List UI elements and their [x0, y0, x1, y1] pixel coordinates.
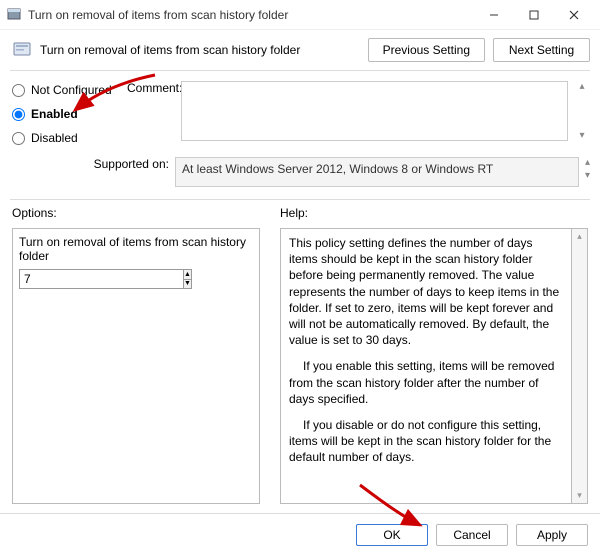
- comment-scrollbar[interactable]: ▴ ▾: [574, 81, 590, 141]
- radio-disabled[interactable]: Disabled: [12, 131, 117, 145]
- help-paragraph: If you disable or do not configure this …: [289, 417, 563, 466]
- supported-on-label: Supported on:: [12, 157, 169, 171]
- scroll-up-icon[interactable]: ▴: [585, 157, 590, 168]
- radio-enabled-input[interactable]: [12, 108, 25, 121]
- option-setting-label: Turn on removal of items from scan histo…: [19, 235, 253, 263]
- apply-button[interactable]: Apply: [516, 524, 588, 546]
- divider: [10, 70, 590, 71]
- radio-label: Not Configured: [31, 83, 112, 97]
- scroll-down-icon[interactable]: ▾: [585, 170, 590, 181]
- radio-enabled[interactable]: Enabled: [12, 107, 117, 121]
- help-paragraph: If you enable this setting, items will b…: [289, 358, 563, 407]
- close-button[interactable]: [554, 1, 594, 29]
- footer: OK Cancel Apply: [0, 513, 600, 555]
- previous-setting-button[interactable]: Previous Setting: [368, 38, 485, 62]
- spinner-down-button[interactable]: ▼: [184, 280, 191, 289]
- days-input[interactable]: [19, 269, 183, 289]
- divider: [10, 199, 590, 200]
- radio-not-configured[interactable]: Not Configured: [12, 83, 117, 97]
- titlebar: Turn on removal of items from scan histo…: [0, 0, 600, 30]
- scroll-down-icon[interactable]: ▾: [577, 490, 582, 501]
- spinner-up-button[interactable]: ▲: [184, 270, 191, 280]
- radio-label: Disabled: [31, 131, 78, 145]
- cancel-button[interactable]: Cancel: [436, 524, 508, 546]
- header-row: Turn on removal of items from scan histo…: [0, 30, 600, 70]
- options-pane-label: Options:: [12, 206, 260, 220]
- scroll-down-icon[interactable]: ▾: [579, 130, 584, 141]
- scroll-up-icon[interactable]: ▴: [577, 231, 582, 242]
- ok-button[interactable]: OK: [356, 524, 428, 546]
- window-title: Turn on removal of items from scan histo…: [28, 8, 474, 22]
- comment-textarea[interactable]: [181, 81, 568, 141]
- help-scrollbar[interactable]: ▴ ▾: [572, 228, 588, 504]
- radio-label: Enabled: [31, 107, 78, 121]
- radio-disabled-input[interactable]: [12, 132, 25, 145]
- policy-icon: [12, 40, 32, 60]
- days-spinner[interactable]: ▲ ▼: [19, 269, 191, 289]
- scroll-up-icon[interactable]: ▴: [579, 81, 584, 92]
- supported-on-text: At least Windows Server 2012, Windows 8 …: [175, 157, 579, 187]
- header-title: Turn on removal of items from scan histo…: [40, 43, 360, 57]
- maximize-button[interactable]: [514, 1, 554, 29]
- next-setting-button[interactable]: Next Setting: [493, 38, 590, 62]
- help-pane-label: Help:: [280, 206, 588, 220]
- minimize-button[interactable]: [474, 1, 514, 29]
- options-pane: Turn on removal of items from scan histo…: [12, 228, 260, 504]
- comment-label: Comment:: [127, 81, 175, 95]
- window-icon: [6, 7, 22, 23]
- help-pane: This policy setting defines the number o…: [280, 228, 572, 504]
- radio-not-configured-input[interactable]: [12, 84, 25, 97]
- help-paragraph: This policy setting defines the number o…: [289, 235, 563, 348]
- supported-scrollbar[interactable]: ▴ ▾: [585, 157, 590, 181]
- state-radio-group: Not Configured Enabled Disabled: [12, 81, 117, 145]
